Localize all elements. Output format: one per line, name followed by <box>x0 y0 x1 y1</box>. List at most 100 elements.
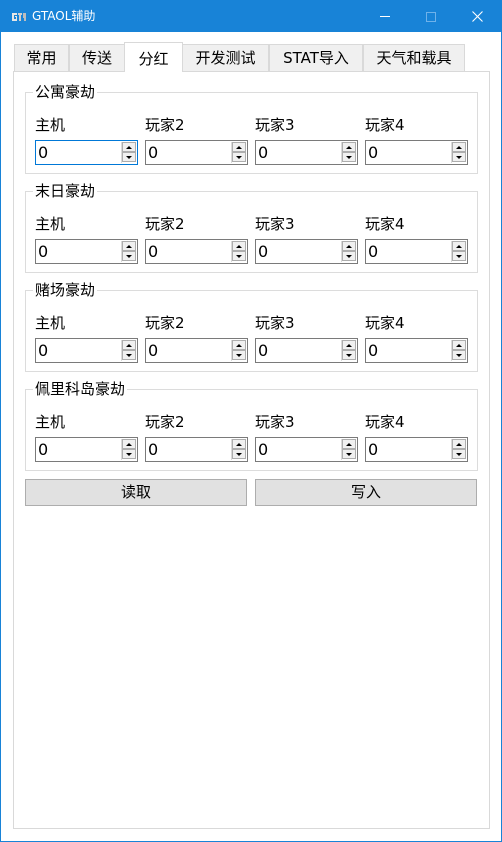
spin-up-button[interactable] <box>232 340 246 350</box>
spin-up-button[interactable] <box>452 241 466 251</box>
arrow-down-icon <box>126 452 132 456</box>
tab-dev-test[interactable]: 开发测试 <box>182 44 269 71</box>
arrow-up-icon <box>126 244 132 248</box>
player4-spinbox[interactable]: 0 <box>365 437 468 462</box>
arrow-down-icon <box>126 353 132 357</box>
app-window: GTAOL辅助 常用 传送 分红 开发测试 STAT导入 天气和载具 公寓豪劫 … <box>0 0 502 842</box>
title-bar[interactable]: GTAOL辅助 <box>1 1 501 32</box>
spin-up-button[interactable] <box>122 142 136 152</box>
spin-down-button[interactable] <box>342 251 356 261</box>
player3-spinbox[interactable]: 0 <box>255 239 358 264</box>
tab-dividends[interactable]: 分红 <box>124 42 183 72</box>
arrow-up-icon <box>346 442 352 446</box>
group-apartment-heist: 公寓豪劫 主机 玩家2 玩家3 玩家4 0 0 0 0 <box>25 82 478 174</box>
spin-down-button[interactable] <box>452 251 466 261</box>
spinbox-value[interactable]: 0 <box>258 440 268 460</box>
spinbox-value[interactable]: 0 <box>38 242 48 262</box>
tab-stat-import[interactable]: STAT导入 <box>269 44 363 71</box>
arrow-up-icon <box>236 244 242 248</box>
player3-spinbox[interactable]: 0 <box>255 338 358 363</box>
spin-up-button[interactable] <box>122 340 136 350</box>
spin-down-button[interactable] <box>452 449 466 459</box>
spin-up-button[interactable] <box>342 142 356 152</box>
player4-spinbox[interactable]: 0 <box>365 140 468 165</box>
spin-up-button[interactable] <box>232 142 246 152</box>
spin-down-button[interactable] <box>342 152 356 162</box>
host-spinbox[interactable]: 0 <box>35 338 138 363</box>
window-title: GTAOL辅助 <box>32 9 96 23</box>
spinbox-value[interactable]: 0 <box>38 440 48 460</box>
spin-down-button[interactable] <box>232 152 246 162</box>
field-label: 玩家2 <box>145 314 185 332</box>
spinbox-value[interactable]: 0 <box>258 242 268 262</box>
spin-down-button[interactable] <box>122 350 136 360</box>
write-button[interactable]: 写入 <box>255 479 477 506</box>
spin-up-button[interactable] <box>452 340 466 350</box>
spin-down-button[interactable] <box>342 449 356 459</box>
minimize-button[interactable] <box>362 1 408 32</box>
spin-down-button[interactable] <box>122 449 136 459</box>
spin-up-button[interactable] <box>232 241 246 251</box>
spin-up-button[interactable] <box>122 439 136 449</box>
spin-down-button[interactable] <box>342 350 356 360</box>
spin-down-button[interactable] <box>122 251 136 261</box>
spin-down-button[interactable] <box>232 350 246 360</box>
tab-label: 分红 <box>138 50 169 68</box>
spin-down-button[interactable] <box>452 152 466 162</box>
spinbox-value[interactable]: 0 <box>38 341 48 361</box>
player4-spinbox[interactable]: 0 <box>365 338 468 363</box>
player2-spinbox[interactable]: 0 <box>145 239 248 264</box>
player4-spinbox[interactable]: 0 <box>365 239 468 264</box>
spinbox-buttons <box>451 142 466 163</box>
spinbox-value[interactable]: 0 <box>368 242 378 262</box>
spinbox-value[interactable]: 0 <box>368 341 378 361</box>
tab-teleport[interactable]: 传送 <box>69 44 125 71</box>
arrow-down-icon <box>236 452 242 456</box>
spin-down-button[interactable] <box>452 350 466 360</box>
player3-spinbox[interactable]: 0 <box>255 140 358 165</box>
arrow-down-icon <box>346 452 352 456</box>
spinbox-buttons <box>121 241 136 262</box>
spinbox-value[interactable]: 0 <box>148 242 158 262</box>
arrow-up-icon <box>236 343 242 347</box>
arrow-up-icon <box>236 145 242 149</box>
arrow-up-icon <box>456 343 462 347</box>
tab-label: 开发测试 <box>195 49 256 67</box>
spinbox-value[interactable]: 0 <box>368 143 378 163</box>
spinbox-value[interactable]: 0 <box>38 143 48 163</box>
player3-spinbox[interactable]: 0 <box>255 437 358 462</box>
spinbox-buttons <box>231 142 246 163</box>
host-spinbox[interactable]: 0 <box>35 437 138 462</box>
maximize-button[interactable] <box>408 1 454 32</box>
field-label: 玩家3 <box>255 116 295 134</box>
arrow-down-icon <box>346 254 352 258</box>
spinbox-value[interactable]: 0 <box>148 440 158 460</box>
spinbox-value[interactable]: 0 <box>148 341 158 361</box>
field-label: 玩家3 <box>255 413 295 431</box>
spin-up-button[interactable] <box>342 340 356 350</box>
spin-down-button[interactable] <box>232 251 246 261</box>
arrow-up-icon <box>346 343 352 347</box>
tab-weather-vehicles[interactable]: 天气和载具 <box>363 44 465 71</box>
spin-up-button[interactable] <box>232 439 246 449</box>
spinbox-value[interactable]: 0 <box>258 341 268 361</box>
player2-spinbox[interactable]: 0 <box>145 338 248 363</box>
spin-up-button[interactable] <box>452 439 466 449</box>
close-button[interactable] <box>454 1 500 32</box>
read-button[interactable]: 读取 <box>25 479 247 506</box>
host-spinbox[interactable]: 0 <box>35 140 138 165</box>
spinbox-buttons <box>451 241 466 262</box>
spin-up-button[interactable] <box>342 241 356 251</box>
spin-up-button[interactable] <box>342 439 356 449</box>
spin-up-button[interactable] <box>122 241 136 251</box>
spin-up-button[interactable] <box>452 142 466 152</box>
spinbox-value[interactable]: 0 <box>368 440 378 460</box>
host-spinbox[interactable]: 0 <box>35 239 138 264</box>
player2-spinbox[interactable]: 0 <box>145 140 248 165</box>
tab-common[interactable]: 常用 <box>14 44 69 71</box>
player2-spinbox[interactable]: 0 <box>145 437 248 462</box>
spinbox-value[interactable]: 0 <box>258 143 268 163</box>
spin-down-button[interactable] <box>122 152 136 162</box>
spinbox-value[interactable]: 0 <box>148 143 158 163</box>
spin-down-button[interactable] <box>232 449 246 459</box>
